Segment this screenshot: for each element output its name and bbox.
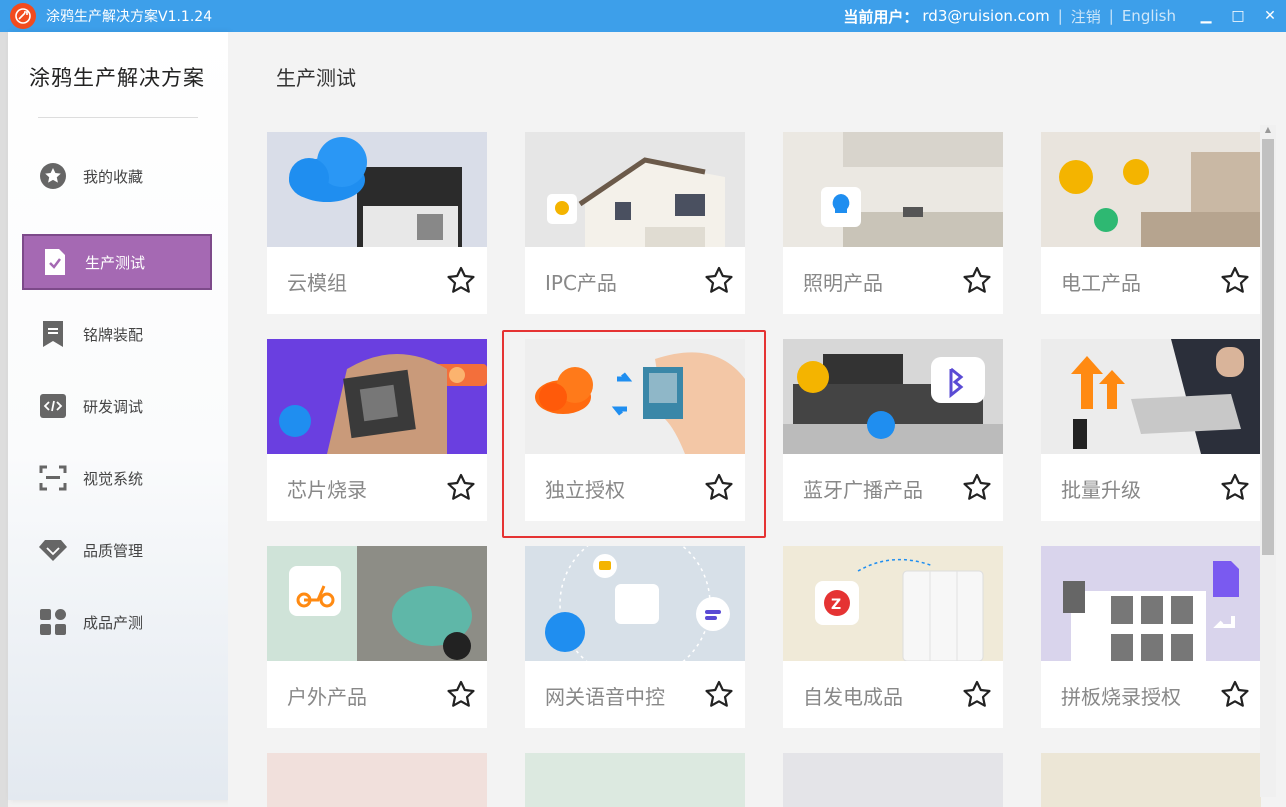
card-chip-burning[interactable]: 芯片烧录 <box>267 339 487 521</box>
scroll-thumb[interactable] <box>1262 139 1274 555</box>
card-image <box>1041 753 1261 807</box>
sidebar-item-rd-debug[interactable]: 研发调试 <box>22 378 212 434</box>
divider <box>38 117 198 118</box>
scroll-up-icon[interactable]: ▲ <box>1260 125 1276 139</box>
independent-license-image <box>525 339 745 454</box>
sidebar-item-favorites[interactable]: 我的收藏 <box>22 148 212 204</box>
favorite-star-icon[interactable] <box>961 472 993 504</box>
current-user: rd3@ruision.com <box>922 7 1050 25</box>
sidebar-item-finished-product-test[interactable]: 成品产测 <box>22 594 212 650</box>
card-panel-burning-license[interactable]: 拼板烧录授权 <box>1041 546 1261 728</box>
card-label: 拼板烧录授权 <box>1061 685 1181 709</box>
cloud-module-image <box>267 132 487 247</box>
electrical-room-image <box>1041 132 1261 247</box>
sidebar-item-label: 研发调试 <box>83 397 144 416</box>
app-logo-icon <box>10 3 36 29</box>
bookmark-icon <box>38 319 68 349</box>
scan-frame-icon <box>38 463 68 493</box>
card-partial[interactable] <box>267 753 487 807</box>
favorite-star-icon[interactable] <box>445 679 477 711</box>
background-window <box>0 32 8 807</box>
sidebar-item-vision-system[interactable]: 视觉系统 <box>22 450 212 506</box>
current-user-label: 当前用户： <box>843 7 919 26</box>
bluetooth-room-image <box>783 339 1003 454</box>
lighting-kitchen-image <box>783 132 1003 247</box>
logout-link[interactable]: 注销 <box>1071 6 1101 27</box>
favorite-star-icon[interactable] <box>961 265 993 297</box>
favorite-star-icon[interactable] <box>1219 472 1251 504</box>
minimize-button[interactable]: ▁ <box>1190 8 1222 24</box>
favorite-star-icon[interactable] <box>703 679 735 711</box>
ipc-house-image <box>525 132 745 247</box>
card-independent-license[interactable]: 独立授权 <box>525 339 745 521</box>
card-label: 芯片烧录 <box>287 478 367 502</box>
card-gateway-voice[interactable]: 网关语音中控 <box>525 546 745 728</box>
card-partial[interactable] <box>1041 753 1261 807</box>
panel-board-image <box>1041 546 1261 661</box>
card-electrical-product[interactable]: 电工产品 <box>1041 132 1261 314</box>
gateway-image <box>525 546 745 661</box>
card-outdoor-product[interactable]: 户外产品 <box>267 546 487 728</box>
outdoor-scooter-image <box>267 546 487 661</box>
card-label: 自发电成品 <box>803 685 903 709</box>
favorite-star-icon[interactable] <box>445 472 477 504</box>
self-powered-switch-image: Z <box>783 546 1003 661</box>
favorite-star-icon[interactable] <box>1219 679 1251 711</box>
window-title: 涂鸦生产解决方案V1.1.24 <box>46 9 213 25</box>
favorite-star-icon[interactable] <box>703 472 735 504</box>
card-ipc-product[interactable]: IPC产品 <box>525 132 745 314</box>
sidebar-item-production-test[interactable]: 生产测试 <box>22 234 212 290</box>
card-partial[interactable] <box>525 753 745 807</box>
document-check-icon <box>40 247 70 277</box>
card-label: IPC产品 <box>545 271 617 295</box>
favorite-star-icon[interactable] <box>445 265 477 297</box>
card-label: 电工产品 <box>1061 271 1141 295</box>
sidebar: 涂鸦生产解决方案 我的收藏 生产测试 铭牌装配 研发调试 视觉系统 品质管理 成… <box>8 32 228 800</box>
svg-text:Z: Z <box>831 597 841 613</box>
grid-apps-icon <box>38 607 68 637</box>
close-button[interactable]: ✕ <box>1254 8 1286 24</box>
card-image <box>525 753 745 807</box>
sidebar-item-label: 品质管理 <box>83 541 144 560</box>
maximize-button[interactable]: □ <box>1222 8 1254 24</box>
separator: | <box>1057 7 1063 25</box>
card-bluetooth-broadcast[interactable]: 蓝牙广播产品 <box>783 339 1003 521</box>
sidebar-title: 涂鸦生产解决方案 <box>29 66 205 90</box>
sidebar-item-quality[interactable]: 品质管理 <box>22 522 212 578</box>
card-cloud-module[interactable]: 云模组 <box>267 132 487 314</box>
card-label: 户外产品 <box>287 685 367 709</box>
sidebar-item-label: 铭牌装配 <box>83 325 144 344</box>
favorite-star-icon[interactable] <box>1219 265 1251 297</box>
favorite-star-icon[interactable] <box>961 679 993 711</box>
language-link[interactable]: English <box>1122 7 1176 25</box>
main-content: 生产测试 云模组 IPC产品 照明产品 电工产品 芯片烧录 独立授权 蓝牙广播产… <box>228 32 1286 807</box>
sidebar-item-nameplate[interactable]: 铭牌装配 <box>22 306 212 362</box>
favorite-star-icon[interactable] <box>703 265 735 297</box>
batch-upgrade-image <box>1041 339 1261 454</box>
diamond-icon <box>38 535 68 565</box>
card-image <box>783 753 1003 807</box>
sidebar-item-label: 生产测试 <box>85 253 146 272</box>
page-title: 生产测试 <box>276 66 356 90</box>
card-label: 网关语音中控 <box>545 685 665 709</box>
card-image <box>267 753 487 807</box>
sidebar-item-label: 我的收藏 <box>83 167 144 186</box>
card-lighting-product[interactable]: 照明产品 <box>783 132 1003 314</box>
code-window-icon <box>38 391 68 421</box>
card-label: 照明产品 <box>803 271 883 295</box>
sidebar-item-label: 成品产测 <box>83 613 144 632</box>
card-batch-upgrade[interactable]: 批量升级 <box>1041 339 1261 521</box>
title-bar: 涂鸦生产解决方案V1.1.24 当前用户： rd3@ruision.com | … <box>0 0 1286 32</box>
card-label: 独立授权 <box>545 478 625 502</box>
card-label: 云模组 <box>287 271 347 295</box>
chip-image <box>267 339 487 454</box>
card-self-powered[interactable]: Z 自发电成品 <box>783 546 1003 728</box>
vertical-scrollbar[interactable]: ▲ <box>1260 125 1276 797</box>
sidebar-item-label: 视觉系统 <box>83 469 144 488</box>
card-partial[interactable] <box>783 753 1003 807</box>
star-circle-icon <box>38 161 68 191</box>
card-label: 蓝牙广播产品 <box>803 478 923 502</box>
card-label: 批量升级 <box>1061 478 1141 502</box>
separator: | <box>1108 7 1114 25</box>
